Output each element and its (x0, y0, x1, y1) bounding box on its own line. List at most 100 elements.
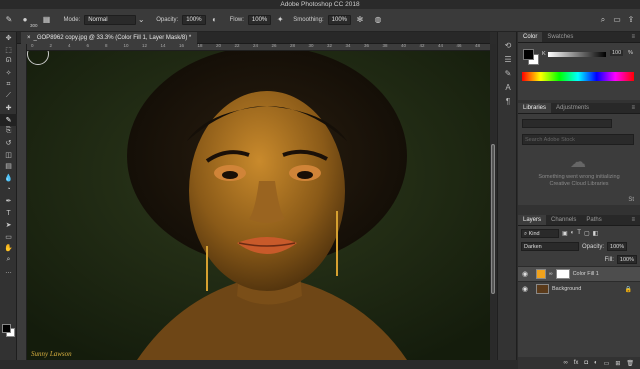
tab-layers[interactable]: Layers (518, 215, 547, 225)
brush-tool-icon[interactable]: ✎ (0, 113, 17, 126)
layers-menu-icon[interactable]: ≡ (626, 215, 640, 225)
opacity-label: Opacity: (156, 17, 179, 23)
brush-tool-icon[interactable]: ✎ (4, 15, 14, 25)
visibility-eye-icon[interactable]: ◉ (521, 270, 529, 278)
path-select-tool-icon[interactable]: ➤ (0, 219, 17, 231)
brush-settings-icon[interactable]: ▦ (42, 15, 52, 25)
ruler-tick-label: 22 (234, 43, 240, 48)
ruler-tick-label: 4 (68, 43, 71, 48)
share-icon[interactable]: ⇪ (626, 15, 636, 25)
ruler-tick-label: 32 (327, 43, 333, 48)
scroll-thumb[interactable] (491, 144, 495, 294)
color-spectrum[interactable] (522, 72, 634, 81)
color-fill-thumbnail[interactable] (536, 269, 546, 279)
flow-field[interactable]: 100% (247, 15, 272, 25)
history-icon[interactable]: ⟲ (498, 38, 518, 52)
visibility-eye-icon[interactable]: ◉ (521, 285, 529, 293)
ruler-tick-label: 6 (86, 43, 90, 48)
layer-opacity-field[interactable]: 100% (607, 242, 628, 251)
clone-tool-icon[interactable]: ⎘ (0, 126, 17, 138)
vertical-scrollbar[interactable] (490, 44, 496, 360)
new-adjustment-icon[interactable]: ◐ (594, 360, 598, 366)
mode-chevron-down-icon[interactable]: ⌄ (136, 15, 146, 25)
link-icon[interactable]: ∞ (549, 271, 553, 277)
trash-icon[interactable]: 🗑 (626, 360, 634, 367)
layer-name[interactable]: Color Fill 1 (573, 271, 599, 277)
properties-icon[interactable]: ☰ (498, 52, 518, 66)
dodge-tool-icon[interactable]: ◔ (0, 184, 17, 196)
hand-tool-icon[interactable]: ✋ (0, 242, 17, 254)
layer-name[interactable]: Background (552, 286, 581, 292)
document-tab[interactable]: × _GOP8962 copy.jpg @ 33.3% (Color Fill 1… (21, 32, 198, 44)
tab-channels[interactable]: Channels (546, 215, 581, 225)
link-layers-icon[interactable]: ∞ (563, 360, 567, 366)
layer-row-color-fill[interactable]: ◉ ∞ Color Fill 1 (518, 266, 640, 281)
pressure-opacity-icon[interactable]: ◐ (210, 15, 220, 25)
crop-tool-icon[interactable]: ⌗ (0, 79, 17, 91)
tab-adjustments[interactable]: Adjustments (551, 103, 594, 113)
filter-type-icon[interactable]: T (577, 230, 581, 236)
eraser-tool-icon[interactable]: ◫ (0, 149, 17, 161)
tab-color[interactable]: Color (518, 32, 543, 42)
k-slider[interactable] (548, 52, 606, 57)
document-canvas[interactable]: Sunny Lawson (27, 51, 490, 360)
pressure-size-icon[interactable]: ◍ (373, 15, 383, 25)
history-brush-tool-icon[interactable]: ↺ (0, 137, 17, 149)
layer-row-background[interactable]: ◉ Background 🔒 (518, 281, 640, 296)
lasso-tool-icon[interactable]: ᘏ (0, 55, 17, 67)
airbrush-icon[interactable]: ✦ (275, 15, 285, 25)
filter-shape-icon[interactable]: ▢ (584, 230, 590, 237)
smoothing-field[interactable]: 100% (327, 15, 351, 25)
smoothing-gear-icon[interactable]: ✻ (355, 15, 365, 25)
filter-kind-select[interactable]: ⌕ Kind (521, 228, 559, 238)
background-thumbnail[interactable] (536, 284, 549, 294)
workspace-icon[interactable]: ▭ (612, 15, 622, 25)
brush-panel-icon[interactable]: ✎ (498, 66, 518, 80)
new-group-icon[interactable]: ▭ (604, 360, 610, 367)
libraries-menu-icon[interactable]: ≡ (626, 103, 640, 113)
k-slider-value[interactable]: 100 (610, 50, 624, 56)
opacity-field[interactable]: 100% (182, 15, 206, 25)
panel-menu-icon[interactable]: ≡ (626, 32, 640, 42)
filter-adjust-icon[interactable]: ◐ (571, 230, 575, 236)
foreground-swatch[interactable] (523, 49, 534, 60)
search-icon[interactable]: ⌕ (598, 15, 608, 25)
layer-fill-field[interactable]: 100% (616, 255, 637, 264)
close-icon[interactable]: × (27, 35, 31, 41)
tab-paths[interactable]: Paths (581, 215, 606, 225)
filter-pixel-icon[interactable]: ▣ (562, 230, 568, 237)
add-mask-icon[interactable]: ◘ (584, 360, 588, 366)
fx-icon[interactable]: fx (574, 360, 579, 366)
library-search-input[interactable]: Search Adobe Stock (522, 134, 634, 145)
percent-label: % (628, 50, 633, 56)
zoom-tool-icon[interactable]: ⌕ (0, 254, 17, 266)
gradient-tool-icon[interactable]: ▤ (0, 161, 17, 173)
quick-select-tool-icon[interactable]: ✧ (0, 67, 17, 79)
paragraph-icon[interactable]: ¶ (498, 94, 518, 108)
pen-tool-icon[interactable]: ✒ (0, 196, 17, 208)
stock-icon[interactable]: St (628, 197, 634, 203)
library-error-line2: Creative Cloud Libraries (549, 181, 609, 187)
tool-foreground-swatch[interactable] (2, 324, 11, 333)
library-select[interactable] (522, 119, 612, 128)
mode-select[interactable]: Normal (84, 15, 137, 25)
tab-libraries[interactable]: Libraries (518, 103, 552, 113)
ruler-tick-label: 36 (364, 43, 370, 48)
eyedropper-tool-icon[interactable]: ⟋ (0, 90, 17, 102)
blur-tool-icon[interactable]: 💧 (0, 172, 17, 184)
type-tool-icon[interactable]: T (0, 207, 17, 219)
heal-tool-icon[interactable]: ✚ (0, 102, 17, 114)
character-icon[interactable]: A (498, 80, 518, 94)
move-tool-icon[interactable]: ✥ (0, 32, 17, 44)
filter-smart-icon[interactable]: ◧ (593, 230, 599, 237)
top-ruler: 0 2 4 6 8 10 12 14 16 18 20 22 24 26 28 30 32 34 36 38 40 42 4… (27, 43, 490, 51)
layers-panel: ⌕ Kind ▣ ◐ T ▢ ◧ Darken Opacity: 100% Fi… (518, 226, 640, 369)
marquee-tool-icon[interactable]: ⬚ (0, 44, 17, 56)
more-tool-icon[interactable]: … (0, 266, 17, 278)
new-layer-icon[interactable]: ⊞ (615, 360, 620, 367)
shape-tool-icon[interactable]: ▭ (0, 231, 17, 243)
layer-mask-thumbnail[interactable] (555, 269, 570, 279)
options-bar: ✎ ● 300 ▦ Mode: Normal ⌄ Opacity: 100% ◐… (0, 9, 640, 32)
tab-swatches[interactable]: Swatches (542, 32, 578, 42)
blend-mode-select[interactable]: Darken (521, 242, 579, 251)
